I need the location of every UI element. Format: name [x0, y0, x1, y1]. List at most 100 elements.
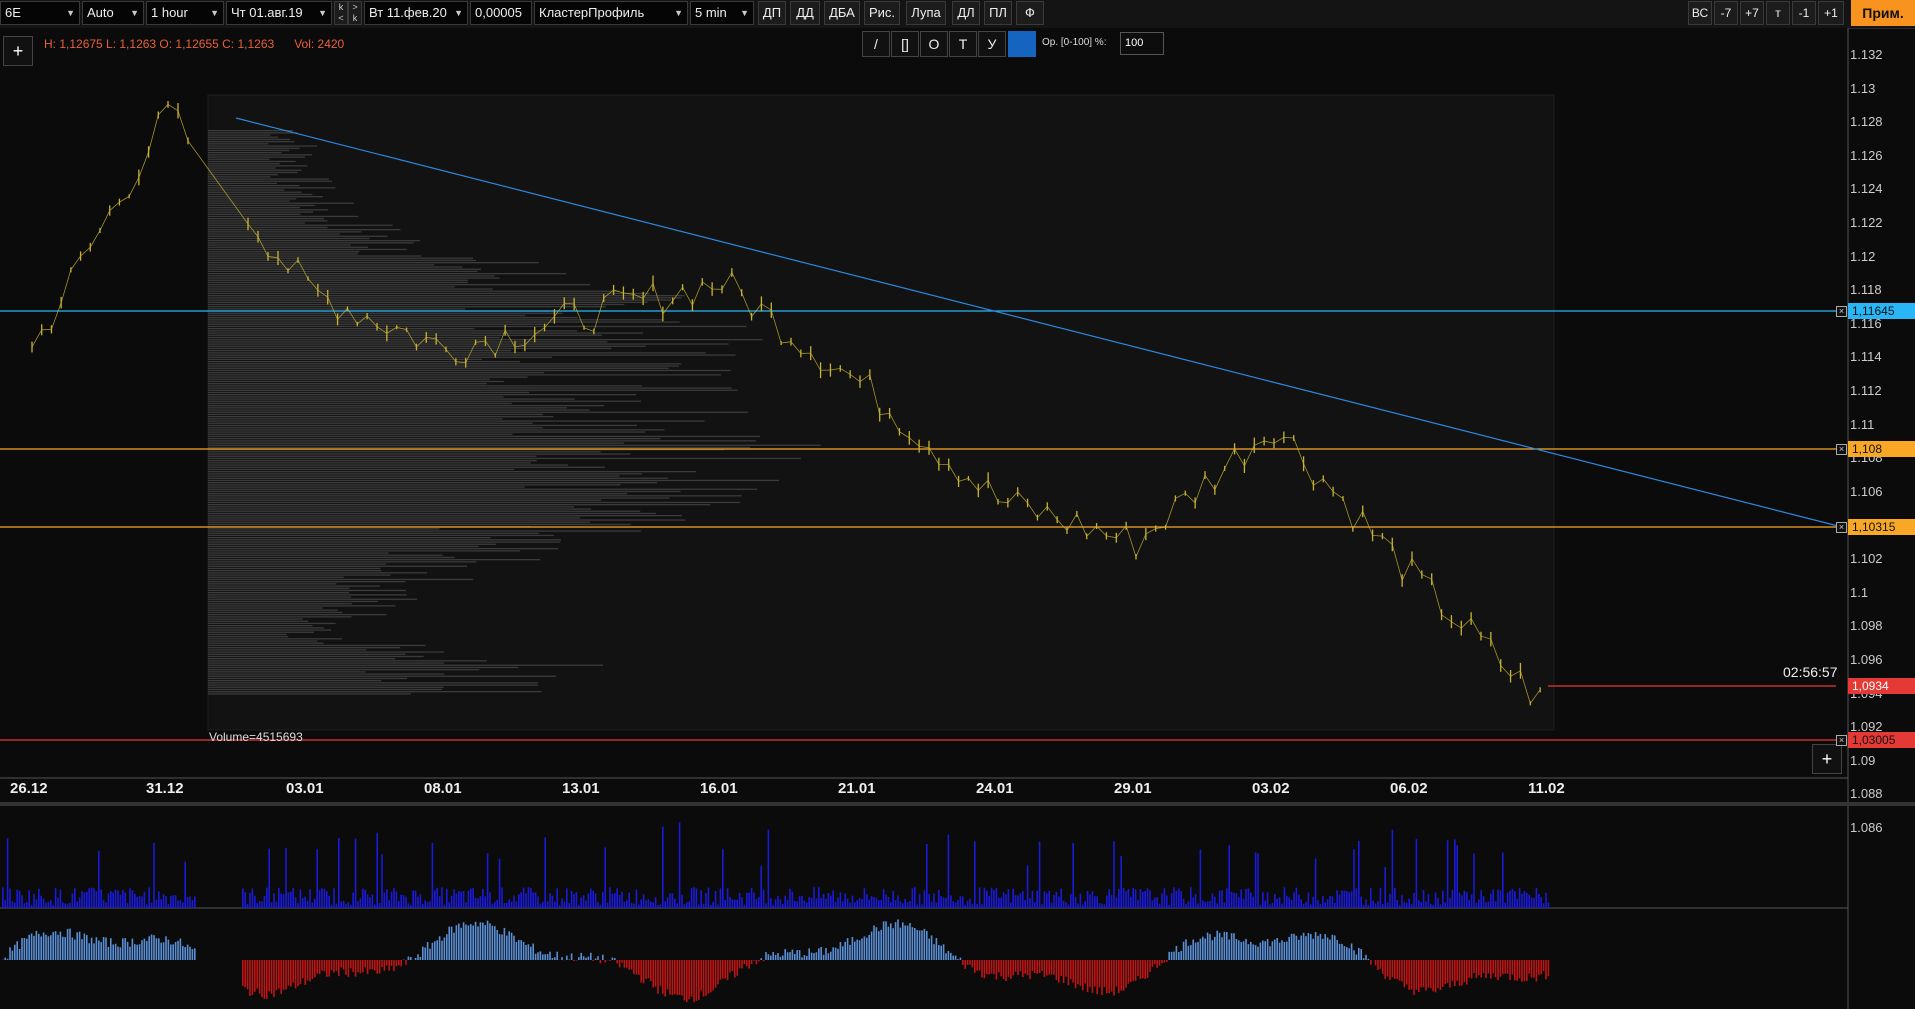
remove-level-icon[interactable]: × — [1836, 306, 1847, 317]
delta-bar — [945, 953, 947, 960]
volume-bar — [1245, 888, 1247, 908]
volume-bar — [1497, 889, 1499, 908]
text-tool-button[interactable]: Т — [949, 31, 977, 57]
dba-button[interactable]: ДБА — [824, 1, 860, 25]
delta-bar — [741, 960, 743, 969]
volume-bar — [892, 890, 894, 908]
stepper-k-label: k — [352, 13, 358, 23]
delta-bar — [858, 940, 861, 960]
volume-bar — [354, 838, 357, 908]
chart-canvas[interactable] — [0, 28, 1915, 1009]
profile-bar — [208, 358, 482, 361]
dd-button[interactable]: ДД — [790, 1, 820, 25]
remove-level-icon[interactable]: × — [1836, 444, 1847, 455]
delta-bar — [1499, 960, 1502, 977]
mode-select[interactable]: Auto ▼ — [82, 1, 144, 25]
dp-button[interactable]: ДП — [758, 1, 786, 25]
date-to-picker[interactable]: Вт 11.фев.20 ▼ — [364, 1, 468, 25]
dl-button[interactable]: ДЛ — [952, 1, 980, 25]
date-from-picker[interactable]: Чт 01.авг.19 ▼ — [226, 1, 332, 25]
minus1-button[interactable]: -1 — [1792, 1, 1816, 25]
delta-bar — [470, 924, 472, 960]
volume-bar — [832, 890, 834, 908]
delta-bar — [897, 919, 899, 960]
plus7-button[interactable]: +7 — [1740, 1, 1764, 25]
volume-bar — [594, 893, 597, 908]
draw-button[interactable]: Рис. — [864, 1, 900, 25]
volume-bar — [1509, 890, 1511, 908]
tick-size-input[interactable]: 0,00005 — [470, 1, 532, 25]
level-tool-button[interactable]: У — [978, 31, 1006, 57]
delta-bar — [1122, 960, 1125, 991]
volume-bar — [138, 896, 141, 908]
add-panel-button[interactable]: + — [3, 36, 33, 66]
rectangle-tool-button[interactable]: [] — [891, 31, 919, 57]
volume-bar — [875, 898, 878, 908]
profile-bar — [208, 451, 601, 453]
delta-bar — [707, 960, 710, 994]
delta-bar — [158, 938, 160, 960]
magnifier-button[interactable]: Лупа — [906, 1, 946, 25]
opacity-input[interactable]: 100 — [1120, 32, 1164, 55]
delta-bar — [342, 960, 345, 970]
delta-bar — [1444, 960, 1446, 984]
volume-bar — [345, 903, 347, 908]
plus1-button[interactable]: +1 — [1818, 1, 1844, 25]
delta-bar — [594, 958, 597, 960]
pl-button[interactable]: ПЛ — [984, 1, 1012, 25]
delta-bar — [1509, 960, 1511, 981]
delta-bar — [1182, 941, 1185, 960]
volume-bar — [114, 889, 117, 908]
delta-bar — [1250, 941, 1252, 960]
delta-bar — [863, 936, 866, 960]
remove-level-icon[interactable]: × — [1836, 522, 1847, 533]
profile-bar — [208, 158, 270, 160]
delta-bar — [1314, 932, 1317, 960]
delta-bar — [1427, 960, 1430, 988]
volume-bar — [554, 901, 556, 908]
delta-bar — [554, 957, 556, 960]
volume-bar — [462, 891, 465, 908]
delta-bar — [1060, 960, 1062, 977]
ellipse-tool-button[interactable]: О — [920, 31, 948, 57]
symbol-select[interactable]: 6E ▼ — [0, 1, 80, 25]
t-button[interactable]: т — [1766, 1, 1790, 25]
delta-bar — [1014, 960, 1017, 972]
minus7-button[interactable]: -7 — [1714, 1, 1738, 25]
remove-level-icon[interactable]: × — [1836, 735, 1847, 746]
delta-bar — [266, 960, 268, 999]
color-swatch[interactable] — [1008, 31, 1036, 57]
delta-bar — [28, 934, 30, 960]
delta-bar — [40, 936, 42, 960]
volume-bar — [717, 904, 719, 908]
apply-button[interactable]: Прим. — [1851, 0, 1915, 26]
date-stepper-left[interactable]: k < — [334, 1, 348, 25]
date-stepper-right[interactable]: > k — [348, 1, 362, 25]
add-indicator-button[interactable]: + — [1812, 744, 1842, 774]
volume-bar — [827, 892, 830, 908]
volume-bar — [933, 893, 935, 908]
profile-bar — [208, 530, 641, 532]
chevron-down-icon: ▼ — [674, 8, 683, 18]
delta-bar — [345, 960, 347, 975]
delta-bar — [1307, 932, 1310, 960]
delta-bar — [1024, 960, 1026, 974]
timeframe-select[interactable]: 1 hour ▼ — [146, 1, 224, 25]
delta-bar — [1329, 939, 1331, 960]
filter-button[interactable]: Ф — [1016, 1, 1044, 25]
delta-bar — [138, 944, 141, 960]
delta-bar — [287, 960, 290, 986]
vs-button[interactable]: ВС — [1688, 1, 1712, 25]
volume-bar — [450, 895, 453, 908]
profile-bar — [208, 585, 380, 587]
profile-bar — [208, 407, 567, 409]
profile-bar — [208, 460, 537, 462]
profile-bar — [208, 457, 801, 460]
line-tool-button[interactable]: / — [862, 31, 890, 57]
delta-bar — [1180, 950, 1182, 960]
profile-bar — [208, 537, 491, 539]
chart-type-select[interactable]: КластерПрофиль ▼ — [534, 1, 688, 25]
volume-bar — [993, 890, 995, 908]
profile-bar — [208, 647, 401, 649]
cluster-timeframe-select[interactable]: 5 min ▼ — [690, 1, 754, 25]
